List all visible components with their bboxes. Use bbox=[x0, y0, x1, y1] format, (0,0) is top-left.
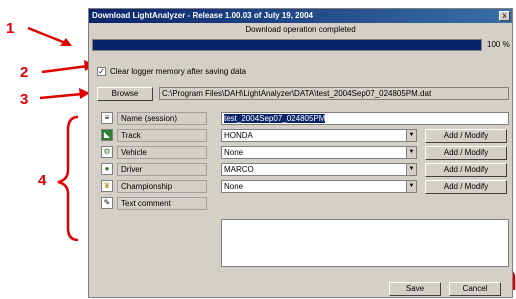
annotation-arrow-3 bbox=[39, 92, 83, 100]
driver-label: Driver bbox=[117, 163, 207, 176]
championship-select[interactable]: None ▼ bbox=[221, 180, 417, 193]
close-button[interactable]: x bbox=[499, 11, 510, 21]
comment-icon: ✎ bbox=[101, 197, 113, 209]
file-path-field[interactable]: C:\Program Files\DAH\LightAnalyzer\DATA\… bbox=[159, 87, 509, 100]
annotation-marker-1: 1 bbox=[6, 20, 15, 37]
comment-textarea[interactable] bbox=[221, 219, 509, 267]
save-button[interactable]: Save bbox=[389, 282, 441, 296]
track-select[interactable]: HONDA ▼ bbox=[221, 129, 417, 142]
annotation-arrow-2 bbox=[41, 64, 89, 74]
vehicle-label: Vehicle bbox=[117, 146, 207, 159]
annotation-brace-4 bbox=[57, 115, 79, 242]
driver-icon: ● bbox=[101, 163, 113, 175]
download-progress-label: 100 % bbox=[487, 40, 510, 49]
championship-icon: ♛ bbox=[101, 180, 113, 192]
vehicle-select[interactable]: None ▼ bbox=[221, 146, 417, 159]
browse-button[interactable]: Browse bbox=[97, 87, 153, 101]
download-status-text: Download operation completed bbox=[245, 25, 356, 34]
championship-add-modify-button[interactable]: Add / Modify bbox=[425, 180, 507, 194]
cancel-button[interactable]: Cancel bbox=[449, 282, 501, 296]
championship-label: Championship bbox=[117, 180, 207, 193]
comment-label: Text comment bbox=[117, 197, 207, 210]
annotation-marker-3: 3 bbox=[20, 91, 29, 108]
championship-select-value: None bbox=[224, 182, 244, 191]
name-icon: ≡ bbox=[101, 112, 113, 124]
clear-memory-label: Clear logger memory after saving data bbox=[110, 67, 247, 76]
track-add-modify-button[interactable]: Add / Modify bbox=[425, 129, 507, 143]
download-progress-fill bbox=[93, 40, 481, 50]
download-progress-bar bbox=[92, 39, 482, 51]
dialog-title: Download LightAnalyzer - Release 1.00.03… bbox=[89, 9, 512, 23]
vehicle-icon: ⚙ bbox=[101, 146, 113, 158]
annotation-marker-2: 2 bbox=[20, 64, 29, 81]
chevron-down-icon[interactable]: ▼ bbox=[406, 181, 416, 192]
chevron-down-icon[interactable]: ▼ bbox=[406, 147, 416, 158]
chevron-down-icon[interactable]: ▼ bbox=[406, 130, 416, 141]
annotation-arrow-1 bbox=[27, 26, 69, 46]
driver-select-value: MARCO bbox=[224, 165, 254, 174]
annotation-arrowhead-1 bbox=[60, 38, 72, 46]
vehicle-select-value: None bbox=[224, 148, 244, 157]
track-icon: ◣ bbox=[101, 129, 113, 141]
driver-add-modify-button[interactable]: Add / Modify bbox=[425, 163, 507, 177]
track-select-value: HONDA bbox=[224, 131, 253, 140]
name-input[interactable]: test_2004Sep07_024805PM bbox=[221, 112, 509, 125]
annotation-marker-4: 4 bbox=[38, 172, 47, 189]
track-label: Track bbox=[117, 129, 207, 142]
download-dialog: Download LightAnalyzer - Release 1.00.03… bbox=[88, 8, 513, 298]
driver-select[interactable]: MARCO ▼ bbox=[221, 163, 417, 176]
name-input-value: test_2004Sep07_024805PM bbox=[224, 114, 326, 123]
vehicle-add-modify-button[interactable]: Add / Modify bbox=[425, 146, 507, 160]
name-label: Name (session) bbox=[117, 112, 207, 125]
chevron-down-icon[interactable]: ▼ bbox=[406, 164, 416, 175]
clear-memory-checkbox[interactable]: ✓ bbox=[97, 67, 106, 76]
